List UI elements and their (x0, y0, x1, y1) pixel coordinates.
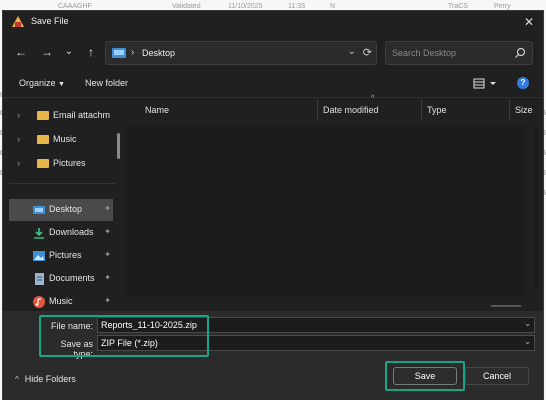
app-icon (12, 16, 24, 27)
sidebar-item-downloads[interactable]: Downloads ✦ (9, 222, 113, 244)
bg-cell: CAAAGHF (58, 3, 92, 10)
nav-pane-scrollbar[interactable] (117, 133, 120, 159)
folder-icon (37, 159, 49, 168)
caret-down-icon: ▼ (58, 81, 65, 88)
close-button[interactable]: ✕ (521, 14, 537, 30)
column-divider[interactable] (509, 99, 510, 121)
highlight-box-fields (39, 315, 209, 357)
toolbar-divider (3, 97, 543, 98)
change-view-button[interactable] (473, 77, 499, 91)
bg-cell: 11:33 (288, 3, 305, 10)
close-icon: ✕ (523, 15, 535, 29)
breadcrumb-separator: › (131, 47, 135, 58)
recent-locations-button[interactable]: ⌄ (61, 44, 77, 60)
dialog-title: Save File (31, 16, 69, 26)
bg-cell: N (330, 3, 336, 10)
command-toolbar: Organize ▼ New folder ? (3, 73, 543, 95)
column-divider[interactable] (421, 99, 422, 121)
hide-folders-button[interactable]: ^ Hide Folders (15, 374, 76, 384)
file-list: ^ Name Date modified Type Size (125, 95, 543, 311)
folder-icon (37, 111, 49, 120)
caret-up-icon: ^ (15, 375, 19, 384)
title-bar: Save File ✕ (3, 11, 543, 33)
sidebar-item-label: Downloads (49, 227, 94, 237)
list-view-icon (473, 78, 496, 89)
file-list-scrollbar[interactable] (531, 125, 541, 297)
sidebar-item-label: Music (49, 296, 73, 306)
sidebar-item-documents[interactable]: Documents ✦ (9, 268, 113, 290)
file-list-area[interactable] (125, 125, 525, 297)
sidebar-item-label: Desktop (49, 204, 83, 214)
music-icon (33, 296, 45, 308)
download-icon (34, 228, 44, 239)
refresh-icon[interactable]: ⟳ (363, 46, 372, 59)
arrow-right-icon: → (41, 45, 53, 59)
pin-icon: ✦ (104, 227, 111, 236)
chevron-down-icon[interactable]: ⌄ (524, 319, 531, 328)
sidebar-item-label: Pictures (49, 250, 82, 260)
help-icon: ? (520, 78, 526, 87)
search-icon (515, 47, 526, 58)
desktop-folder-icon (112, 48, 126, 58)
column-divider[interactable] (317, 99, 318, 121)
expand-icon[interactable]: › (17, 158, 20, 168)
column-header-type[interactable]: Type (427, 99, 447, 121)
chevron-down-icon[interactable]: ⌄ (524, 337, 531, 346)
sidebar-item-label: Music (53, 134, 77, 144)
breadcrumb-desktop[interactable]: Desktop (142, 48, 175, 58)
arrow-up-icon: ↑ (88, 45, 94, 59)
chevron-down-icon: ⌄ (64, 46, 74, 57)
navigation-bar: ← → ⌄ ↑ › Desktop ⌄ ⟳ (3, 39, 543, 67)
scrollbar-thumb[interactable] (535, 129, 538, 289)
column-header-name[interactable]: Name (145, 99, 169, 121)
pictures-icon (33, 251, 45, 261)
sidebar-item-label: Documents (49, 273, 95, 283)
pin-icon: ✦ (104, 296, 111, 305)
sidebar-item-label: Pictures (53, 158, 86, 168)
pin-icon: ✦ (104, 273, 111, 282)
help-button[interactable]: ? (517, 77, 529, 89)
expand-icon[interactable]: › (17, 110, 20, 120)
column-header-size[interactable]: Size (515, 99, 533, 121)
sidebar-item-pictures[interactable]: Pictures ✦ (9, 245, 113, 267)
sidebar-item-email-attachments[interactable]: › Email attachm (9, 105, 113, 127)
search-input[interactable] (392, 46, 510, 60)
sidebar-item-music-folder[interactable]: › Music (9, 129, 113, 151)
new-folder-button[interactable]: New folder (85, 78, 128, 88)
nav-pane-divider (9, 183, 115, 184)
sidebar-item-pictures-folder[interactable]: › Pictures (9, 153, 113, 175)
up-button[interactable]: ↑ (83, 44, 99, 60)
navigation-pane: › Email attachm › Music › Pictures Deskt… (9, 99, 123, 311)
save-button[interactable]: Save (393, 367, 457, 385)
address-dropdown-icon[interactable]: ⌄ (348, 46, 356, 57)
sidebar-item-music[interactable]: Music ✦ (9, 291, 113, 313)
organize-menu[interactable]: Organize ▼ (19, 78, 65, 88)
back-button[interactable]: ← (13, 44, 29, 60)
expand-icon[interactable]: › (17, 134, 20, 144)
column-header-date-modified[interactable]: Date modified (323, 99, 379, 121)
desktop-icon (33, 206, 45, 214)
documents-icon (35, 273, 44, 285)
address-bar[interactable]: › Desktop ⌄ ⟳ (105, 41, 377, 65)
cancel-button[interactable]: Cancel (465, 367, 529, 385)
arrow-left-icon: ← (15, 45, 27, 59)
hide-folders-label: Hide Folders (24, 374, 76, 384)
bg-cell: TraCS (448, 3, 468, 10)
forward-button[interactable]: → (39, 44, 55, 60)
bg-cell: Perry (494, 3, 511, 10)
organize-label: Organize (19, 78, 56, 88)
folder-icon (37, 135, 49, 144)
save-file-dialog: Save File ✕ ← → ⌄ ↑ › Desktop ⌄ ⟳ Organi… (2, 10, 544, 400)
search-box[interactable] (385, 41, 533, 65)
horizontal-scrollbar[interactable] (491, 305, 521, 307)
bg-cell: 11/10/2025 (228, 3, 263, 10)
bg-cell: Validated (172, 3, 201, 10)
pin-icon: ✦ (104, 204, 111, 213)
sidebar-item-label: Email attachm (53, 110, 111, 120)
sidebar-item-desktop[interactable]: Desktop ✦ (9, 199, 113, 221)
pin-icon: ✦ (104, 250, 111, 259)
